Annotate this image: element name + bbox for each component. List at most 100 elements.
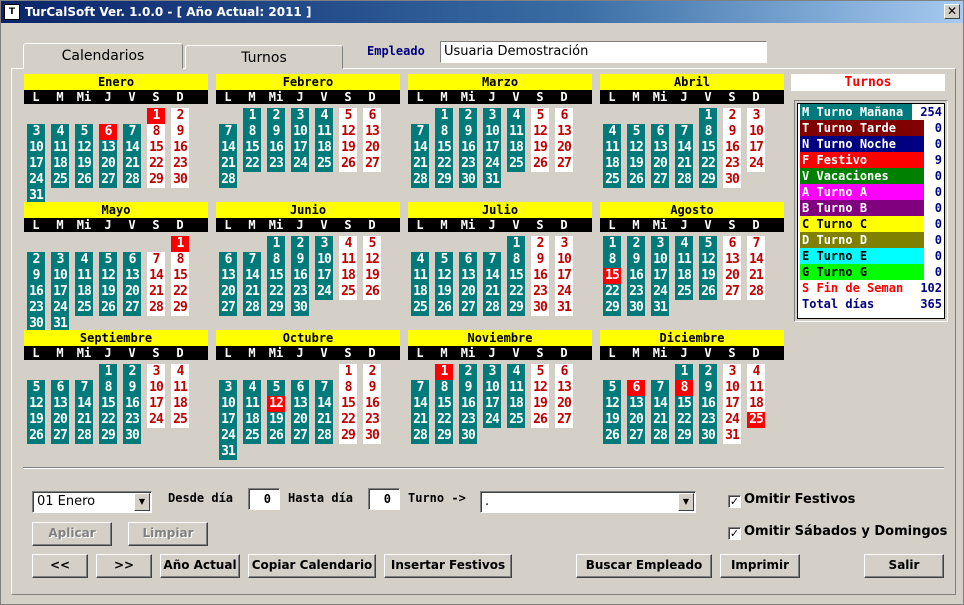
day-cell[interactable]: 1 xyxy=(675,364,693,380)
day-cell[interactable]: 9 xyxy=(123,380,141,396)
day-cell[interactable]: 3 xyxy=(291,108,309,124)
day-cell[interactable]: 13 xyxy=(219,268,237,284)
tab-calendarios[interactable]: Calendarios xyxy=(23,43,183,69)
day-cell[interactable]: 11 xyxy=(675,252,693,268)
day-cell-weekend[interactable]: 10 xyxy=(147,380,165,396)
day-cell-weekend[interactable]: 19 xyxy=(339,140,357,156)
day-cell-weekend[interactable]: 21 xyxy=(747,268,765,284)
day-cell[interactable]: 13 xyxy=(99,140,117,156)
day-cell-weekend[interactable]: 30 xyxy=(171,172,189,188)
omitir-festivos-checkbox[interactable]: ✓ Omitir Festivos xyxy=(728,492,855,508)
day-cell[interactable]: 22 xyxy=(99,412,117,428)
day-cell[interactable]: 19 xyxy=(699,268,717,284)
day-cell-festivo[interactable]: 6 xyxy=(627,380,645,396)
day-cell[interactable]: 9 xyxy=(459,124,477,140)
day-cell[interactable]: 21 xyxy=(483,284,501,300)
day-cell[interactable]: 25 xyxy=(507,412,525,428)
day-cell[interactable]: 18 xyxy=(315,140,333,156)
day-cell[interactable]: 23 xyxy=(123,412,141,428)
day-cell[interactable]: 24 xyxy=(483,412,501,428)
day-cell[interactable]: 8 xyxy=(243,124,261,140)
day-cell-weekend[interactable]: 23 xyxy=(531,284,549,300)
day-cell[interactable]: 7 xyxy=(411,124,429,140)
day-cell[interactable]: 12 xyxy=(699,252,717,268)
day-cell[interactable]: 27 xyxy=(123,300,141,316)
day-cell[interactable]: 18 xyxy=(507,140,525,156)
day-cell-weekend[interactable]: 17 xyxy=(723,396,741,412)
day-cell[interactable]: 24 xyxy=(51,300,69,316)
day-cell[interactable]: 22 xyxy=(699,156,717,172)
day-cell-weekend[interactable]: 26 xyxy=(339,156,357,172)
day-cell[interactable]: 14 xyxy=(123,140,141,156)
chevron-down-icon[interactable]: ▼ xyxy=(678,493,694,511)
day-cell-weekend[interactable]: 5 xyxy=(339,108,357,124)
day-cell[interactable]: 1 xyxy=(267,236,285,252)
day-cell[interactable]: 12 xyxy=(603,396,621,412)
day-cell-weekend[interactable]: 3 xyxy=(147,364,165,380)
day-cell[interactable]: 22 xyxy=(507,284,525,300)
day-cell-weekend[interactable]: 6 xyxy=(723,236,741,252)
salir-button[interactable]: Salir xyxy=(864,554,944,578)
check-icon[interactable]: ✓ xyxy=(728,495,741,508)
day-cell-weekend[interactable]: 5 xyxy=(363,236,381,252)
day-cell[interactable]: 10 xyxy=(51,268,69,284)
day-cell-weekend[interactable]: 9 xyxy=(171,124,189,140)
day-cell[interactable]: 21 xyxy=(219,156,237,172)
day-cell[interactable]: 11 xyxy=(411,268,429,284)
day-cell[interactable]: 21 xyxy=(411,156,429,172)
day-cell[interactable]: 27 xyxy=(651,172,669,188)
day-cell[interactable]: 23 xyxy=(267,156,285,172)
day-cell[interactable]: 5 xyxy=(699,236,717,252)
day-cell[interactable]: 24 xyxy=(315,284,333,300)
day-cell[interactable]: 2 xyxy=(291,236,309,252)
day-cell-weekend[interactable]: 23 xyxy=(723,156,741,172)
day-cell[interactable]: 17 xyxy=(651,268,669,284)
day-cell[interactable]: 2 xyxy=(459,108,477,124)
day-cell[interactable]: 14 xyxy=(75,396,93,412)
day-cell[interactable]: 16 xyxy=(459,140,477,156)
day-cell-weekend[interactable]: 26 xyxy=(531,412,549,428)
day-cell[interactable]: 6 xyxy=(123,252,141,268)
day-cell[interactable]: 9 xyxy=(267,124,285,140)
day-cell-weekend[interactable]: 31 xyxy=(555,300,573,316)
day-cell-weekend[interactable]: 11 xyxy=(339,252,357,268)
day-cell[interactable]: 21 xyxy=(123,156,141,172)
day-cell-weekend[interactable]: 10 xyxy=(747,124,765,140)
day-cell[interactable]: 19 xyxy=(99,284,117,300)
day-cell[interactable]: 28 xyxy=(75,428,93,444)
day-cell-weekend[interactable]: 24 xyxy=(555,284,573,300)
day-cell-weekend[interactable]: 11 xyxy=(747,380,765,396)
day-cell[interactable]: 15 xyxy=(435,140,453,156)
day-cell[interactable]: 22 xyxy=(243,156,261,172)
day-cell-weekend[interactable]: 4 xyxy=(171,364,189,380)
day-cell[interactable]: 12 xyxy=(99,268,117,284)
day-cell[interactable]: 23 xyxy=(459,156,477,172)
month-select[interactable]: 01 Enero ▼ xyxy=(32,491,152,513)
day-cell[interactable]: 16 xyxy=(627,268,645,284)
day-cell[interactable]: 20 xyxy=(651,156,669,172)
day-cell-weekend[interactable]: 26 xyxy=(531,156,549,172)
day-cell[interactable]: 28 xyxy=(483,300,501,316)
day-cell-weekend[interactable]: 22 xyxy=(339,412,357,428)
day-cell-weekend[interactable]: 27 xyxy=(723,284,741,300)
day-cell[interactable]: 27 xyxy=(627,428,645,444)
day-cell[interactable]: 8 xyxy=(507,252,525,268)
day-cell-weekend[interactable]: 1 xyxy=(339,364,357,380)
day-cell[interactable]: 11 xyxy=(243,396,261,412)
day-cell-festivo[interactable]: 8 xyxy=(675,380,693,396)
day-cell[interactable]: 4 xyxy=(411,252,429,268)
chevron-down-icon[interactable]: ▼ xyxy=(134,493,150,511)
day-cell[interactable]: 22 xyxy=(675,412,693,428)
day-cell-weekend[interactable]: 10 xyxy=(555,252,573,268)
day-cell-weekend[interactable]: 14 xyxy=(747,252,765,268)
day-cell[interactable]: 4 xyxy=(75,252,93,268)
day-cell[interactable]: 10 xyxy=(483,380,501,396)
day-cell-weekend[interactable]: 9 xyxy=(363,380,381,396)
day-cell[interactable]: 22 xyxy=(267,284,285,300)
day-cell[interactable]: 13 xyxy=(627,396,645,412)
day-cell[interactable]: 28 xyxy=(243,300,261,316)
day-cell[interactable]: 23 xyxy=(291,284,309,300)
day-cell-weekend[interactable]: 17 xyxy=(555,268,573,284)
day-cell-festivo[interactable]: 15 xyxy=(603,268,621,284)
day-cell[interactable]: 1 xyxy=(603,236,621,252)
